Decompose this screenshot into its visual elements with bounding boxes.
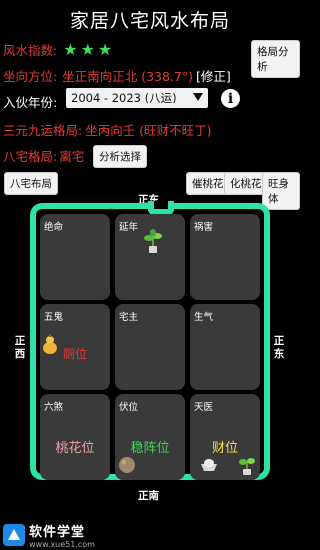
analyze-select-button[interactable]: 分析选择 bbox=[93, 145, 147, 168]
entrance-notch bbox=[148, 201, 174, 215]
cell-name: 六煞 bbox=[44, 402, 64, 413]
direction-right: 正东 bbox=[273, 335, 285, 360]
boost-health-button[interactable]: 旺身体 bbox=[262, 172, 300, 210]
grid-cell-shengqi[interactable]: 生气 bbox=[190, 304, 260, 390]
orientation-row: 坐向方位: 坐正南向正北 (338.7°) [修正] bbox=[3, 66, 231, 85]
info-icon[interactable]: i bbox=[221, 89, 240, 108]
plant-icon bbox=[144, 229, 162, 253]
cell-highlight: 厕位 bbox=[62, 347, 87, 361]
grid-cell-fuwei[interactable]: 伏位 稳阵位 bbox=[115, 394, 185, 480]
grid-cell-tianyi[interactable]: 天医 财位 bbox=[190, 394, 260, 480]
cell-name: 延年 bbox=[119, 222, 139, 233]
page-title: 家居八宅风水布局 bbox=[69, 10, 230, 32]
rating-stars: ★ ★ ★ bbox=[63, 39, 113, 59]
orientation-label: 坐向方位: bbox=[3, 69, 58, 84]
watermark-title: 软件学堂 bbox=[29, 525, 86, 540]
watermark-url: www.xue51.com bbox=[29, 540, 95, 549]
ingot-icon bbox=[201, 459, 217, 471]
rating-label: 风水指数: bbox=[3, 43, 58, 58]
rating-row: 风水指数: ★ ★ ★ bbox=[3, 40, 112, 59]
star-icon: ★ bbox=[97, 39, 113, 59]
cell-highlight: 稳阵位 bbox=[130, 441, 170, 456]
cell-name: 宅主 bbox=[119, 312, 139, 323]
dropdown-arrow-icon bbox=[193, 93, 203, 101]
bazhai-value: 离宅 bbox=[59, 149, 85, 164]
star-icon: ★ bbox=[63, 39, 78, 59]
bazhai-grid: 绝命 延年 祸害 五鬼 厕位 宅主 生气 六煞 桃花位 伏位 稳阵位 天医 财位 bbox=[30, 201, 270, 480]
star-icon: ★ bbox=[80, 39, 95, 59]
attract-romance-button[interactable]: 催桃花 bbox=[186, 172, 230, 195]
cell-name: 天医 bbox=[194, 402, 214, 413]
cell-name: 绝命 bbox=[44, 222, 64, 233]
plant-icon bbox=[239, 458, 255, 475]
sanyuan-label: 三元九运格局: bbox=[3, 123, 83, 138]
grid-cell-wugui[interactable]: 五鬼 厕位 bbox=[40, 304, 110, 390]
fix-button[interactable]: [修正] bbox=[196, 66, 231, 85]
grid-cell-huohai[interactable]: 祸害 bbox=[190, 214, 260, 300]
layout-button[interactable]: 八宅布局 bbox=[4, 172, 58, 195]
cell-name: 伏位 bbox=[119, 402, 139, 413]
direction-bottom: 正南 bbox=[138, 490, 159, 502]
cell-highlight: 桃花位 bbox=[55, 441, 95, 456]
move-in-year-value: 2004 - 2023 (八运) bbox=[71, 91, 177, 105]
logo-icon bbox=[3, 524, 25, 546]
bazhai-label: 八宅格局: bbox=[3, 149, 58, 164]
cell-name: 祸害 bbox=[194, 222, 214, 233]
move-in-label: 入伙年份: bbox=[3, 95, 58, 110]
move-in-year-select[interactable]: 2004 - 2023 (八运) bbox=[66, 88, 208, 108]
resolve-romance-button[interactable]: 化桃花 bbox=[224, 172, 268, 195]
grid-cell-zhaizhu[interactable]: 宅主 bbox=[115, 304, 185, 390]
cell-name: 五鬼 bbox=[44, 312, 64, 323]
orientation-value: 坐正南向正北 (338.7°) bbox=[62, 69, 193, 84]
watermark-logo: 软件学堂 www.xue51.com bbox=[2, 521, 95, 549]
grid-cell-yannian[interactable]: 延年 bbox=[115, 214, 185, 300]
grid-cell-liusha[interactable]: 六煞 桃花位 bbox=[40, 394, 110, 480]
grid-cell-jueming[interactable]: 绝命 bbox=[40, 214, 110, 300]
stone-icon bbox=[119, 457, 135, 473]
cell-name: 生气 bbox=[194, 312, 214, 323]
layout-analysis-button[interactable]: 格局分析 bbox=[251, 40, 300, 78]
sanyuan-value: 坐丙向壬 (旺财不旺丁) bbox=[85, 123, 212, 138]
move-in-row: 入伙年份: bbox=[3, 92, 57, 111]
sanyuan-row: 三元九运格局: 坐丙向壬 (旺财不旺丁) bbox=[3, 120, 211, 139]
direction-left: 正西 bbox=[14, 335, 26, 360]
bazhai-row: 八宅格局: 离宅 bbox=[3, 146, 84, 165]
